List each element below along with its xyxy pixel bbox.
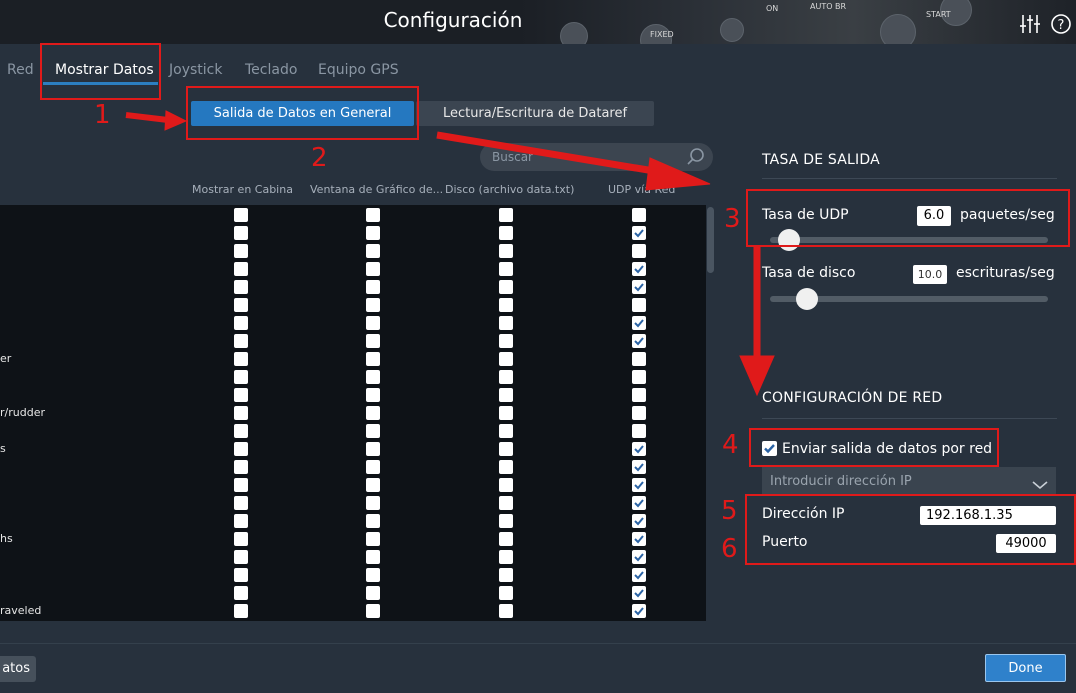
annotation-arrows bbox=[125, 110, 775, 397]
arrow-1 bbox=[125, 112, 169, 123]
arrow-1-head bbox=[164, 110, 188, 131]
arrow-2 bbox=[436, 131, 661, 176]
arrow-3-head bbox=[739, 355, 775, 397]
arrow-2-head bbox=[645, 157, 711, 191]
